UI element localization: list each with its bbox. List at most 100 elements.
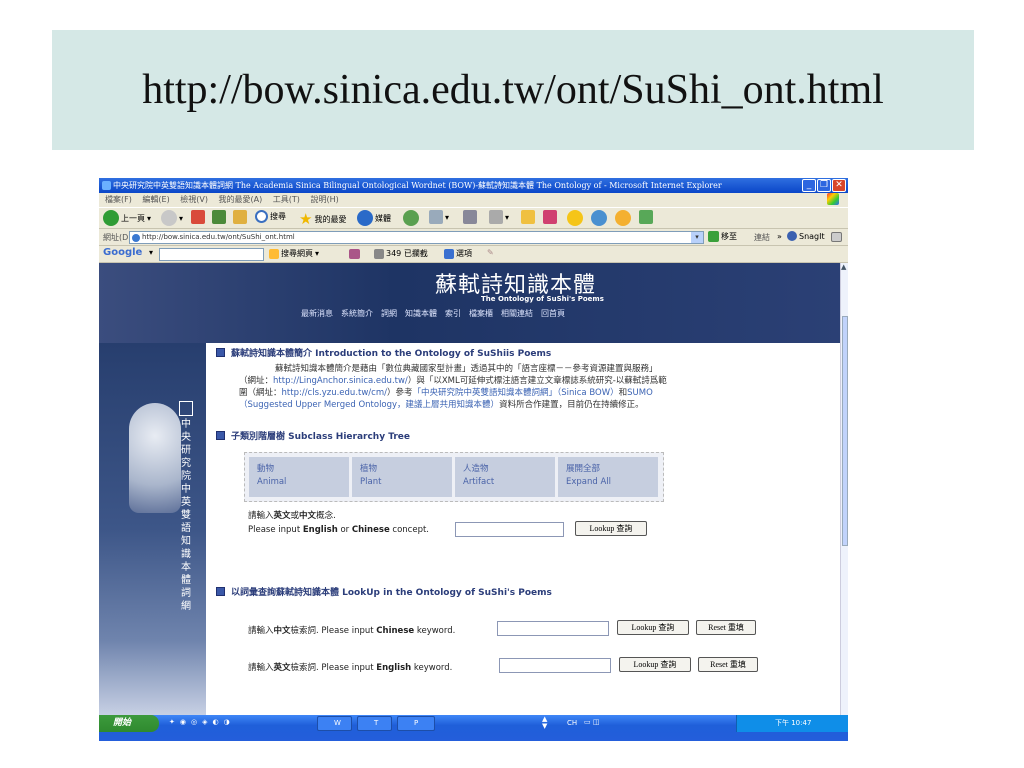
refresh-button[interactable] [212,210,226,224]
close-icon[interactable]: ✕ [832,179,846,192]
chinese-lookup-button[interactable]: Lookup 查詢 [617,620,689,635]
mail-button[interactable]: ▾ [429,210,449,224]
minimize-icon[interactable]: _ [802,179,816,192]
smiley-button[interactable] [567,210,583,226]
media-label: 媒體 [375,213,391,223]
media-button[interactable]: 媒體 [357,210,391,226]
cls-link[interactable]: http://cls.yzu.edu.tw/cm/ [282,388,387,398]
restore-icon[interactable]: ❐ [817,179,831,192]
google-search-button[interactable]: 搜尋網頁 ▾ [269,248,319,259]
google-logo[interactable]: Google [103,247,142,258]
bullet-icon [216,587,225,596]
chinese-keyword-input[interactable] [497,621,609,636]
edit-button[interactable]: ▾ [489,210,509,224]
english-keyword-label: 請輸入英文檢索詞. Please input English keyword. [248,663,453,673]
slide-title-band: http://bow.sinica.edu.tw/ont/SuShi_ont.h… [52,30,974,150]
capture-icon[interactable] [831,232,842,242]
pencil-icon[interactable]: ✎ [487,248,494,257]
back-arrow-icon [103,210,119,226]
sinica-bow-link[interactable]: 「中央研究院中英雙語知識本體詞網」（Sinica BOW） [413,388,619,398]
links-label[interactable]: 連結 [754,232,770,243]
start-button[interactable]: 開始 [99,715,159,732]
banner-subtitle: The Ontology of SuShi's Poems [481,295,604,303]
home-icon [233,210,247,224]
quick-launch-icons[interactable]: ✦◉◎◈◐◑ [169,718,235,726]
concept-prompt-en: Please input English or Chinese concept. [248,525,429,535]
sumo-link[interactable]: SUMO [627,388,653,398]
search-button[interactable]: 搜尋 [255,210,286,223]
menu-view[interactable]: 檢視(V) [180,195,208,204]
task-powerpoint[interactable]: P [397,716,435,731]
mail-icon [429,210,443,224]
scroll-thumb[interactable] [842,316,848,546]
english-reset-button[interactable]: Reset 重填 [698,657,758,672]
back-button[interactable]: 上一頁 ▾ [103,210,151,226]
media-icon [357,210,373,226]
emoticon-button[interactable] [615,210,631,226]
snagit-button[interactable]: SnagIt [787,231,825,241]
menu-tools[interactable]: 工具(T) [273,195,300,204]
concept-input[interactable] [455,522,564,537]
scroll-arrows-icon[interactable]: ▲ ▼ [542,716,547,730]
category-expand-all[interactable]: 展開全部 Expand All [558,457,658,497]
refresh-icon [212,210,226,224]
sumo-full-link[interactable]: （Suggested Upper Merged Ontology，建議上層共用知… [239,400,499,410]
favorites-button[interactable]: ★ 我的最愛 [299,210,346,228]
site-banner: 蘇軾詩知識本體 The Ontology of SuShi's Poems 最新… [99,263,840,343]
star-icon: ★ [299,210,313,228]
globe-button[interactable] [591,210,607,226]
task-t[interactable]: T [357,716,392,731]
window-title: 中央研究院中英雙語知識本體詞網 The Academia Sinica Bili… [113,181,722,190]
address-dropdown-icon[interactable]: ▾ [691,232,703,243]
history-button[interactable] [403,210,419,226]
category-artifact[interactable]: 人造物 Artifact [455,457,555,497]
messenger-button[interactable] [543,210,557,224]
popup-blocker[interactable]: 349 已攔截 [374,248,428,259]
intro-heading: 蘇軾詩知識本體簡介 Introduction to the Ontology o… [216,346,551,359]
options-button[interactable]: 選項 [444,248,472,259]
print-button[interactable] [463,210,477,224]
page-icon [132,234,140,242]
chinese-reset-button[interactable]: Reset 重填 [696,620,756,635]
scroll-up-icon[interactable]: ▲ [841,263,846,271]
page-content: 蘇軾詩知識本體 The Ontology of SuShi's Poems 最新… [99,263,840,715]
menu-favorites[interactable]: 我的最愛(A) [219,195,263,204]
google-toolbar: Google ▾ 搜尋網頁 ▾ 349 已攔截 選項 ✎ [99,246,848,263]
forward-button[interactable]: ▾ [161,210,183,226]
english-keyword-input[interactable] [499,658,611,673]
go-button[interactable]: 移至 [708,231,737,242]
clock[interactable]: 下午 10:47 [775,719,811,727]
history-icon [403,210,419,226]
menu-help[interactable]: 說明(H) [310,195,338,204]
category-animal[interactable]: 動物 Animal [249,457,349,497]
language-indicator[interactable]: CH [567,719,577,727]
emoticon-icon [615,210,631,226]
ime-icons[interactable]: ▭ ◫ [584,718,599,726]
menu-file[interactable]: 檔案(F) [105,195,132,204]
home-button[interactable] [233,210,247,224]
address-input[interactable]: http://bow.sinica.edu.tw/ont/SuShi_ont.h… [129,231,704,244]
blocked-label: 349 已攔截 [386,249,428,258]
concept-lookup-button[interactable]: Lookup 查詢 [575,521,647,536]
go-arrow-icon [708,231,719,242]
folder-icon [521,210,535,224]
pagerank-icon[interactable] [349,249,360,259]
menu-edit[interactable]: 編輯(E) [142,195,169,204]
google-search-input[interactable] [159,248,264,261]
category-plant[interactable]: 植物 Plant [352,457,452,497]
intro-paragraph: 蘇軾詩知識本體簡介是藉由「數位典藏國家型計畫」透過其中的「語言座標－－參考資源建… [239,364,667,410]
linganchor-link[interactable]: http://LingAnchor.sinica.edu.tw/ [273,376,408,386]
site-nav[interactable]: 最新消息 系統簡介 詞網 知識本體 索引 檔案櫃 相關連結 回首頁 [301,308,565,319]
english-lookup-button[interactable]: Lookup 查詢 [619,657,691,672]
users-button[interactable] [639,210,653,224]
smiley-icon [567,210,583,226]
snagit-icon [787,231,797,241]
messenger-icon [543,210,557,224]
search-web-label: 搜尋網頁 [281,249,313,258]
task-word[interactable]: W [317,716,352,731]
main-panel: 蘇軾詩知識本體簡介 Introduction to the Ontology o… [206,343,840,715]
folder-button[interactable] [521,210,535,224]
bullet-icon [216,431,225,440]
stop-button[interactable] [191,210,205,224]
vertical-scrollbar[interactable]: ▲ [840,263,848,715]
